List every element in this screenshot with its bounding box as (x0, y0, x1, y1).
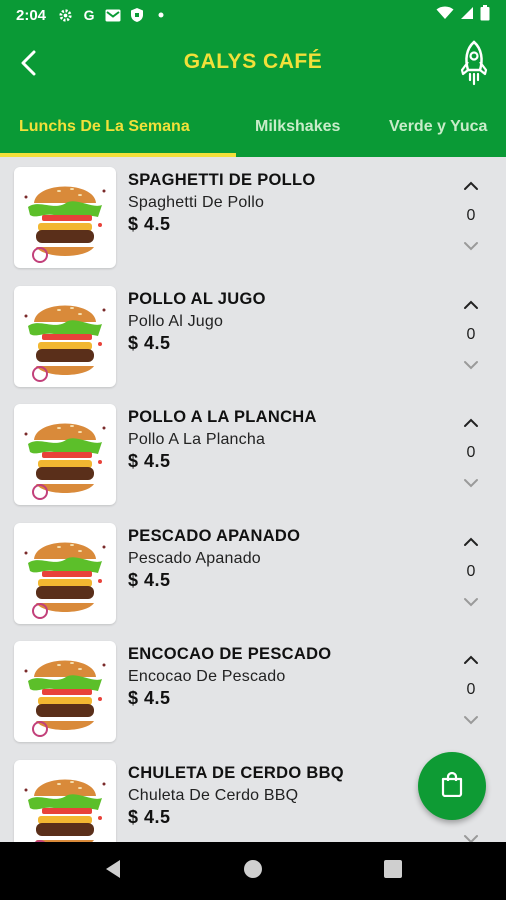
app-bar: GALYS CAFÉ (0, 30, 506, 100)
product-item[interactable]: POLLO AL JUGO Pollo Al Jugo $ 4.5 0 (0, 276, 506, 395)
recents-square-icon (383, 859, 403, 884)
back-triangle-icon (103, 858, 123, 885)
gmail-icon (104, 6, 122, 24)
product-price: $ 4.5 (128, 332, 171, 353)
status-bar: 2:04 G (0, 0, 506, 30)
product-image (14, 404, 116, 505)
product-item[interactable]: PESCADO APANADO Pescado Apanado $ 4.5 0 (0, 513, 506, 632)
chevron-down-icon (463, 357, 479, 375)
decrease-quantity-button[interactable] (458, 593, 484, 613)
product-name: POLLO AL JUGO (128, 289, 266, 308)
product-image (14, 522, 116, 624)
dot-icon (152, 6, 170, 24)
product-price: $ 4.5 (128, 451, 171, 471)
product-item[interactable]: ENCOCAO DE PESCADO Encocao De Pescado $ … (0, 631, 506, 750)
quantity-value: 0 (466, 681, 476, 698)
decrease-quantity-button[interactable] (458, 474, 484, 494)
product-image (14, 285, 116, 387)
tab-milkshakes[interactable]: Milkshakes (255, 118, 340, 136)
product-name: SPAGHETTI DE POLLO (128, 171, 316, 189)
product-list[interactable]: SPAGHETTI DE POLLO Spaghetti De Pollo $ … (0, 157, 506, 842)
product-price: $ 4.5 (128, 569, 171, 590)
product-description: Pollo A La Plancha (128, 431, 266, 448)
product-description: Pescado Apanado (128, 549, 261, 567)
product-item[interactable]: SPAGHETTI DE POLLO Spaghetti De Pollo $ … (0, 157, 506, 276)
product-image (14, 759, 116, 842)
increase-quantity-button[interactable] (458, 177, 484, 197)
decrease-quantity-button[interactable] (458, 237, 484, 257)
product-image (14, 641, 116, 742)
quantity-value: 0 (466, 444, 476, 461)
chevron-up-icon (463, 415, 479, 433)
nav-recents-button[interactable] (381, 859, 405, 883)
chevron-up-icon (463, 297, 479, 315)
increase-quantity-button[interactable] (458, 533, 484, 553)
chevron-down-icon (463, 712, 479, 730)
product-price: $ 4.5 (128, 214, 171, 234)
shopping-bag-icon (440, 771, 464, 802)
battery-icon (480, 5, 490, 25)
product-item[interactable]: POLLO A LA PLANCHA Pollo A La Plancha $ … (0, 394, 506, 513)
google-icon: G (83, 7, 95, 23)
cart-fab-button[interactable] (418, 752, 486, 820)
product-description: Chuleta De Cerdo BBQ (128, 786, 299, 804)
increase-quantity-button[interactable] (458, 414, 484, 434)
chevron-down-icon (463, 238, 479, 256)
chevron-down-icon (463, 475, 479, 493)
product-name: POLLO A LA PLANCHA (128, 408, 317, 426)
rocket-button[interactable] (454, 39, 494, 91)
tab-lunchs-de-la-semana[interactable]: Lunchs De La Semana (19, 118, 190, 136)
rocket-icon (457, 39, 491, 91)
quantity-value: 0 (466, 325, 476, 343)
tab-verde-y-yuca[interactable]: Verde y Yuca (389, 118, 487, 136)
increase-quantity-button[interactable] (458, 651, 484, 671)
signal-icon (460, 6, 474, 24)
product-price: $ 4.5 (128, 806, 171, 827)
chevron-down-icon (463, 831, 479, 842)
nav-home-button[interactable] (241, 859, 265, 883)
nav-back-button[interactable] (101, 859, 125, 883)
status-time: 2:04 (16, 6, 47, 24)
chevron-up-icon (463, 534, 479, 552)
settings-icon (56, 6, 74, 24)
product-price: $ 4.5 (128, 688, 171, 708)
product-description: Encocao De Pescado (128, 668, 286, 685)
product-description: Spaghetti De Pollo (128, 194, 265, 211)
increase-quantity-button[interactable] (458, 296, 484, 316)
decrease-quantity-button[interactable] (458, 711, 484, 731)
quantity-value: 0 (466, 562, 476, 580)
product-name: PESCADO APANADO (128, 526, 301, 545)
home-circle-icon (242, 858, 264, 885)
system-nav-bar (0, 842, 506, 900)
product-image (14, 167, 116, 268)
product-description: Pollo Al Jugo (128, 312, 224, 330)
category-tabs: Lunchs De La Semana Milkshakes Verde y Y… (0, 100, 506, 157)
chevron-up-icon (463, 652, 479, 670)
chevron-up-icon (463, 178, 479, 196)
wifi-icon (436, 6, 454, 24)
chevron-down-icon (463, 594, 479, 612)
decrease-quantity-button[interactable] (458, 830, 484, 842)
app-title: GALYS CAFÉ (183, 50, 323, 73)
product-name: ENCOCAO DE PESCADO (128, 645, 332, 663)
shield-icon (128, 6, 146, 24)
quantity-value: 0 (466, 207, 476, 224)
product-name: CHULETA DE CERDO BBQ (128, 763, 344, 782)
decrease-quantity-button[interactable] (458, 356, 484, 376)
